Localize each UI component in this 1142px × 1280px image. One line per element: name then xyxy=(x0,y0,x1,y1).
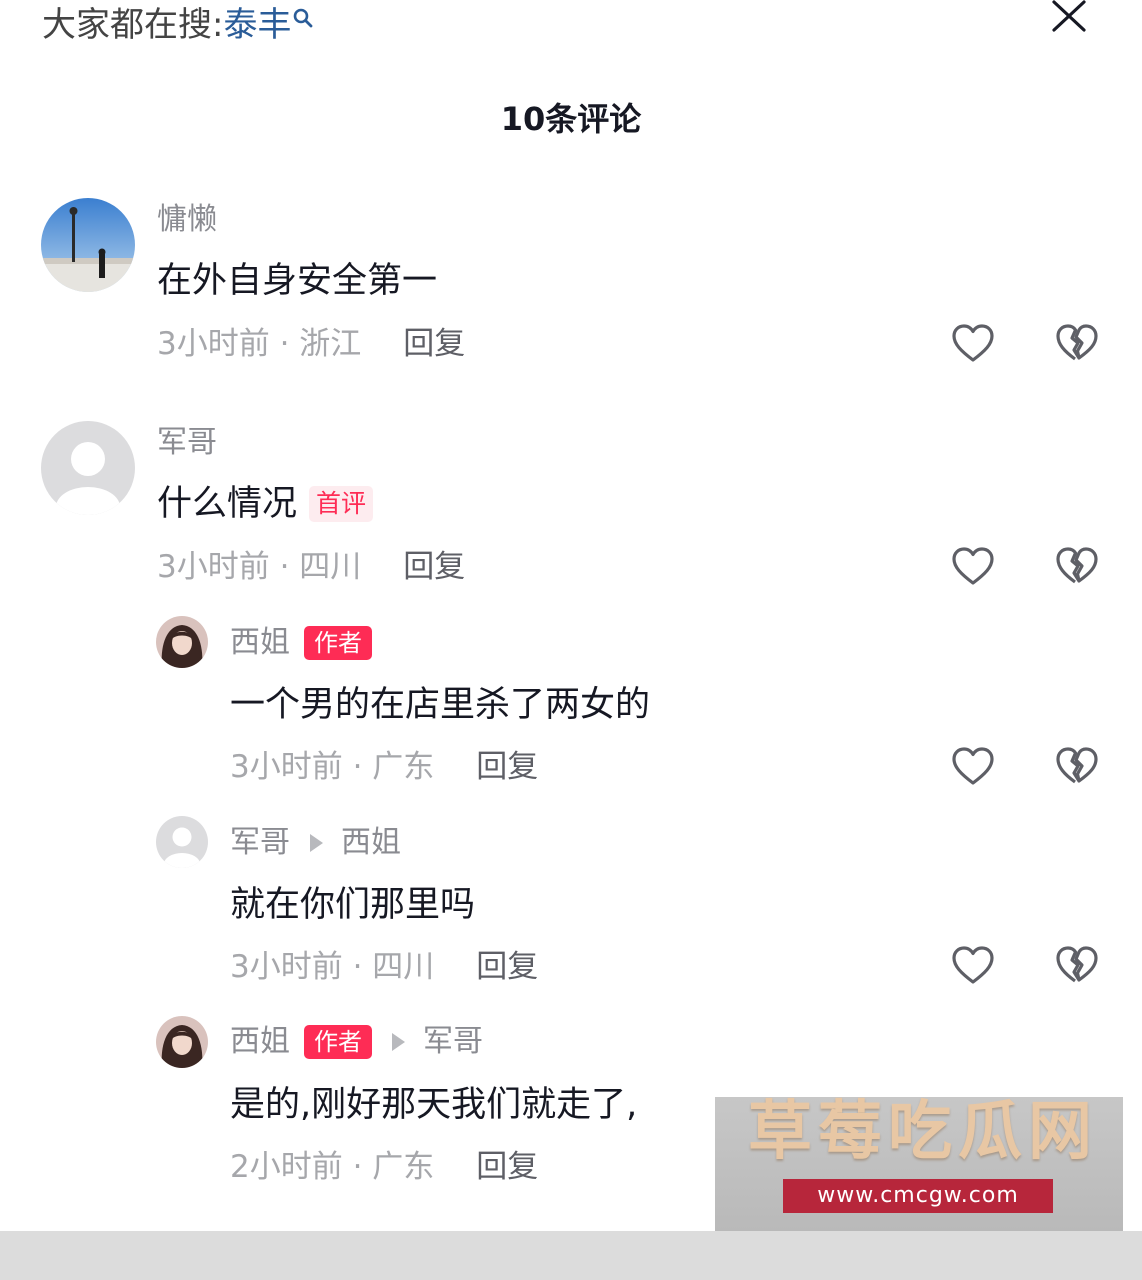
reply-target-username[interactable]: 西姐 xyxy=(341,823,401,863)
close-icon xyxy=(1052,0,1086,32)
heart-icon xyxy=(952,747,994,785)
broken-heart-icon xyxy=(1056,747,1098,784)
dislike-button[interactable] xyxy=(1055,545,1099,589)
dislike-button[interactable] xyxy=(1055,944,1099,988)
watermark-title: 草莓吃瓜网 xyxy=(748,1094,1098,1169)
comment-count-title: 10条评论 xyxy=(500,100,642,138)
comment-text-content: 一个男的在店里杀了两女的 xyxy=(230,685,651,725)
comment-text-content: 什么情况 xyxy=(157,484,298,524)
username-text[interactable]: 西姐 xyxy=(230,623,290,663)
comment-meta: 3小时前 · 浙江 回复 xyxy=(157,323,465,365)
author-badge: 作者 xyxy=(304,1025,372,1059)
time-location: 3小时前 · 四川 xyxy=(157,549,362,585)
avatar[interactable] xyxy=(41,421,135,515)
first-comment-badge: 首评 xyxy=(309,486,374,522)
comment-meta: 2小时前 · 广东 回复 xyxy=(230,1146,538,1188)
comment-username[interactable]: 西姐 作者 军哥 xyxy=(230,1022,483,1062)
dislike-button[interactable] xyxy=(1055,745,1099,789)
time-location: 3小时前 · 广东 xyxy=(230,749,435,785)
top-bar: 大家都在搜:泰丰 xyxy=(0,0,1142,60)
time-location: 3小时前 · 浙江 xyxy=(157,326,362,362)
comment-text: 就在你们那里吗 xyxy=(230,882,475,928)
like-button[interactable] xyxy=(951,545,995,589)
broken-heart-icon xyxy=(1056,324,1098,361)
comment-text-content: 是的,刚好那天我们就走了, xyxy=(230,1085,638,1125)
avatar[interactable] xyxy=(156,816,208,868)
like-button[interactable] xyxy=(951,745,995,789)
avatar[interactable] xyxy=(156,1016,208,1068)
heart-icon xyxy=(952,547,994,585)
avatar[interactable] xyxy=(41,198,135,292)
comment-text: 在外自身安全第一 xyxy=(157,258,437,304)
comment-text-content: 就在你们那里吗 xyxy=(230,885,476,925)
heart-icon xyxy=(952,324,994,362)
dislike-button[interactable] xyxy=(1055,322,1099,366)
reply-button[interactable]: 回复 xyxy=(403,326,465,362)
comment-text-content: 在外自身安全第一 xyxy=(157,261,438,301)
like-button[interactable] xyxy=(951,944,995,988)
reply-arrow-icon xyxy=(392,1033,405,1051)
reply-button[interactable]: 回复 xyxy=(476,1149,538,1185)
comment-text: 一个男的在店里杀了两女的 xyxy=(230,682,650,728)
comment-text: 什么情况 首评 xyxy=(157,481,374,527)
time-location: 2小时前 · 广东 xyxy=(230,1149,435,1185)
reply-arrow-icon xyxy=(310,834,323,852)
comment-username[interactable]: 军哥 xyxy=(157,423,217,463)
bottom-bar xyxy=(0,1231,1142,1280)
watermark-overlay: 草莓吃瓜网 www.cmcgw.com xyxy=(715,1097,1123,1231)
reply-target-username[interactable]: 军哥 xyxy=(423,1022,483,1062)
avatar[interactable] xyxy=(156,616,208,668)
watermark-url: www.cmcgw.com xyxy=(783,1179,1053,1213)
reply-button[interactable]: 回复 xyxy=(476,949,538,985)
username-text[interactable]: 西姐 xyxy=(230,1022,290,1062)
comment-username[interactable]: 慵懒 xyxy=(157,200,217,240)
comment-username[interactable]: 军哥 西姐 xyxy=(230,823,401,863)
comment-meta: 3小时前 · 四川 回复 xyxy=(230,946,538,988)
comment-meta: 3小时前 · 四川 回复 xyxy=(157,546,465,588)
search-suggestion[interactable]: 大家都在搜:泰丰 xyxy=(42,2,313,48)
username-text[interactable]: 慵懒 xyxy=(157,200,217,240)
author-badge: 作者 xyxy=(304,626,372,660)
comment-text: 是的,刚好那天我们就走了, xyxy=(230,1082,637,1128)
comment-meta: 3小时前 · 广东 回复 xyxy=(230,746,538,788)
broken-heart-icon xyxy=(1056,547,1098,584)
like-button[interactable] xyxy=(951,322,995,366)
search-icon xyxy=(294,8,313,28)
username-text[interactable]: 军哥 xyxy=(230,823,290,863)
close-button[interactable] xyxy=(1048,0,1090,34)
reply-button[interactable]: 回复 xyxy=(476,749,538,785)
search-suggestion-keyword[interactable]: 泰丰 xyxy=(223,5,291,45)
heart-icon xyxy=(952,946,994,984)
reply-button[interactable]: 回复 xyxy=(403,549,465,585)
search-suggestion-prefix: 大家都在搜: xyxy=(42,5,224,45)
broken-heart-icon xyxy=(1056,946,1098,983)
username-text[interactable]: 军哥 xyxy=(157,423,217,463)
time-location: 3小时前 · 四川 xyxy=(230,949,435,985)
comment-username[interactable]: 西姐 作者 xyxy=(230,623,372,663)
